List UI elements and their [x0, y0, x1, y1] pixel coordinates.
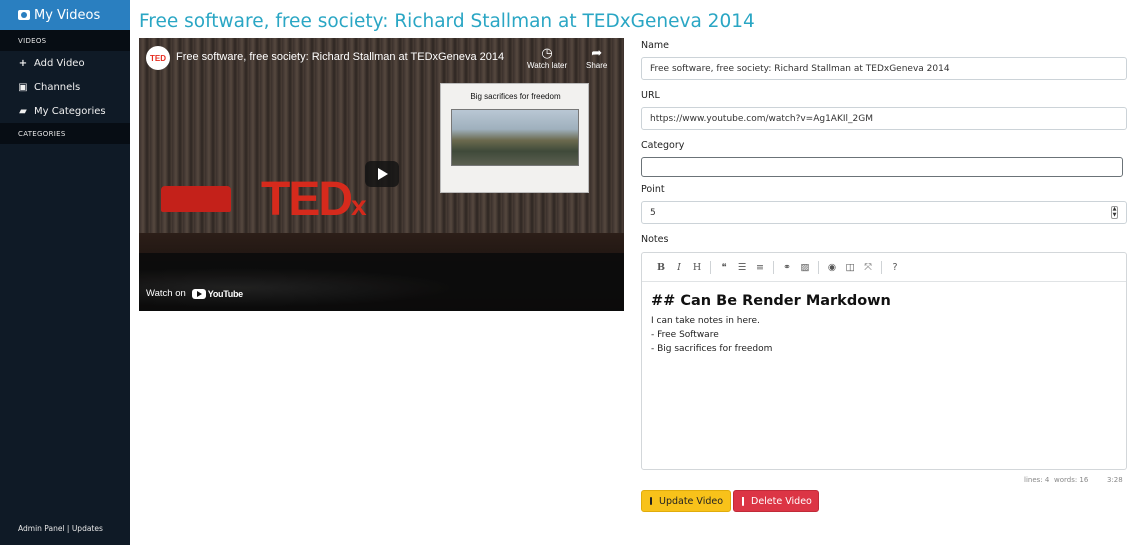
toolbar-divider [881, 260, 882, 274]
url-label: URL [641, 90, 660, 101]
stage-tedx-logo: TEDx [261, 173, 367, 226]
sidebar-item-add-video[interactable]: + Add Video [0, 51, 130, 75]
category-select[interactable] [641, 157, 1123, 177]
audience [139, 253, 624, 311]
editor-status-lines: lines: 4 [1024, 476, 1050, 484]
play-button[interactable] [365, 161, 399, 187]
slide-image [451, 109, 579, 166]
editor-toolbar: B I H ❝ ☰ ≡ ⚭ ▨ ◉ ◫ ⤧ ? [642, 253, 1126, 282]
ordered-list-icon[interactable]: ≡ [751, 262, 769, 273]
toolbar-divider [710, 260, 711, 274]
toolbar-divider [818, 260, 819, 274]
delete-video-button[interactable]: Delete Video [733, 490, 819, 512]
videos-section-header: VIDEOS [0, 30, 130, 51]
sidebar-item-label: My Categories [34, 105, 106, 117]
sidebar-item-label: Channels [34, 81, 81, 93]
editor-content[interactable]: ## Can Be Render Markdown I can take not… [642, 282, 1126, 367]
video-player[interactable]: TEDx Big sacrifices for freedom TED Free… [139, 38, 624, 311]
point-input[interactable]: 5 ▲ ▼ [641, 201, 1127, 224]
stage-sofa [161, 186, 231, 212]
sidebar-item-my-categories[interactable]: ▰ My Categories [0, 99, 130, 123]
clock-icon: ◷ [541, 45, 553, 60]
video-title[interactable]: Free software, free society: Richard Sta… [176, 51, 504, 63]
point-value: 5 [650, 207, 656, 218]
notes-line: I can take notes in here. [651, 316, 760, 326]
name-label: Name [641, 40, 670, 51]
notes-label: Notes [641, 234, 669, 245]
trash-icon [742, 496, 744, 506]
point-label: Point [641, 184, 665, 195]
notes-line: - Big sacrifices for freedom [651, 344, 773, 354]
notes-heading: ## Can Be Render Markdown [651, 293, 891, 309]
watch-on-youtube-link[interactable]: Watch on YouTube [146, 288, 243, 299]
editor-status-words: words: 16 [1054, 476, 1089, 484]
side-by-side-icon[interactable]: ◫ [841, 262, 859, 273]
update-video-button[interactable]: Update Video [641, 490, 731, 512]
plus-icon: + [18, 57, 28, 69]
heading-icon[interactable]: H [688, 262, 706, 273]
editor-status-cursor: 3:28 [1107, 476, 1123, 484]
markdown-editor[interactable]: B I H ❝ ☰ ≡ ⚭ ▨ ◉ ◫ ⤧ ? ## Can Be Render… [641, 252, 1127, 470]
sidebar-item-label: Add Video [34, 57, 85, 69]
sidebar-item-channels[interactable]: ▣ Channels [0, 75, 130, 99]
book-icon: ▰ [19, 105, 27, 117]
bold-icon[interactable]: B [652, 262, 670, 273]
italic-icon[interactable]: I [670, 262, 688, 273]
quote-icon[interactable]: ❝ [715, 262, 733, 273]
brand-link[interactable]: My Videos [0, 0, 130, 30]
preview-icon[interactable]: ◉ [823, 262, 841, 273]
sidebar: My Videos VIDEOS + Add Video ▣ Channels … [0, 0, 130, 545]
fullscreen-icon[interactable]: ⤧ [859, 262, 877, 273]
url-input[interactable]: https://www.youtube.com/watch?v=Ag1AKIl_… [641, 107, 1127, 130]
categories-section-header: CATEGORIES [0, 123, 130, 144]
admin-links[interactable]: Admin Panel | Updates [18, 524, 103, 533]
share-icon: ➦ [591, 45, 603, 60]
image-icon[interactable]: ▨ [796, 262, 814, 273]
help-icon[interactable]: ? [886, 262, 904, 273]
unordered-list-icon[interactable]: ☰ [733, 262, 751, 273]
toolbar-divider [773, 260, 774, 274]
watch-later-button[interactable]: ◷ Watch later [527, 44, 567, 70]
notes-line: - Free Software [651, 330, 719, 340]
brand-label: My Videos [34, 7, 101, 23]
share-button[interactable]: ➦ Share [586, 44, 607, 70]
number-stepper[interactable]: ▲ ▼ [1111, 206, 1118, 219]
camera-icon [18, 10, 30, 20]
youtube-icon: ▣ [18, 81, 28, 93]
channel-avatar[interactable]: TED [146, 46, 170, 70]
youtube-icon [191, 288, 206, 299]
page-title: Free software, free society: Richard Sta… [139, 11, 755, 32]
name-input[interactable]: Free software, free society: Richard Sta… [641, 57, 1127, 80]
slide-title: Big sacrifices for freedom [470, 92, 561, 101]
link-icon[interactable]: ⚭ [778, 262, 796, 273]
presentation-slide: Big sacrifices for freedom [440, 83, 589, 193]
category-label: Category [641, 140, 685, 151]
save-icon [650, 497, 652, 505]
